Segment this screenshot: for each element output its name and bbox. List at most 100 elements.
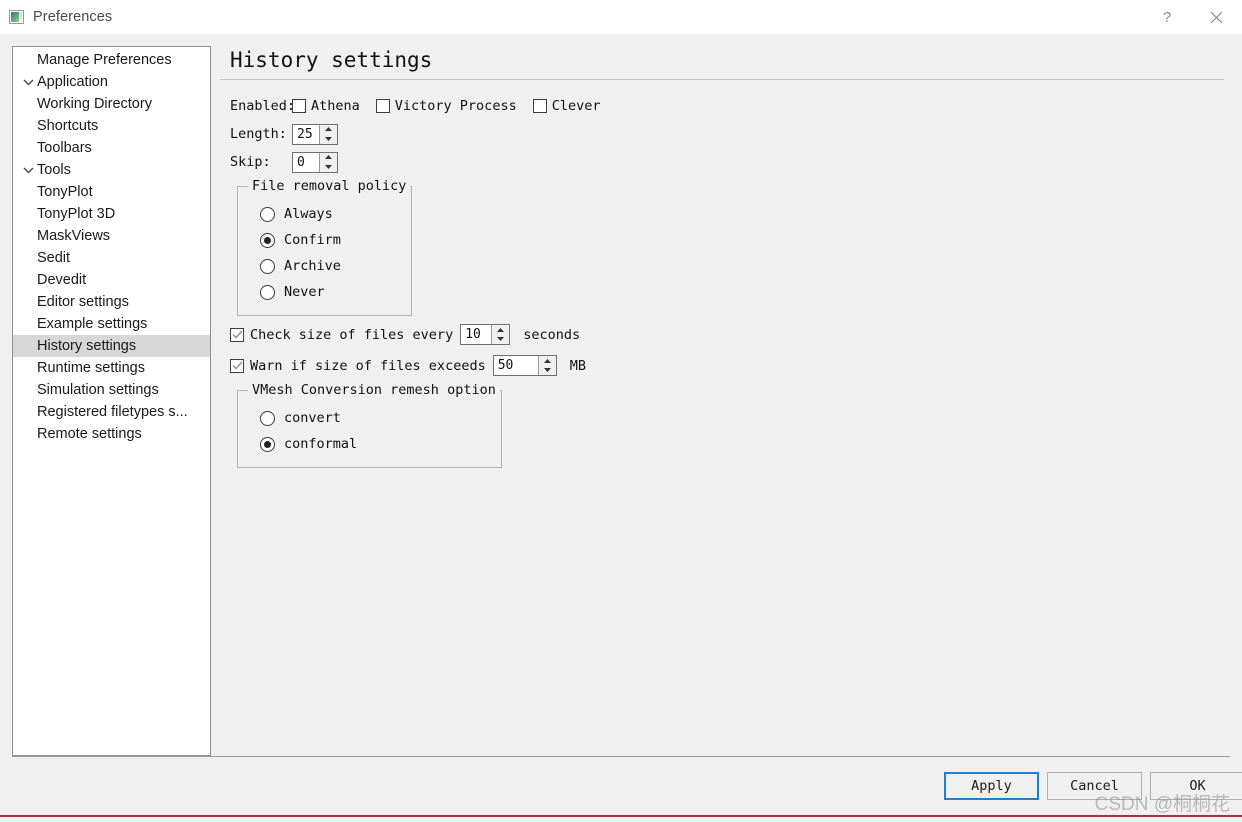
spinner-buttons[interactable] [491,325,510,345]
check-size-spinner[interactable]: 10 [460,324,511,345]
radio-always[interactable]: Always [248,201,401,227]
tree-item-label: Tools [37,162,71,178]
tree-item-registered-filetypes-settings[interactable]: Registered filetypes s... [13,401,210,423]
apply-button[interactable]: Apply [944,772,1039,800]
tree-item-label: Editor settings [37,294,129,310]
tree-item-tools[interactable]: Tools [13,159,210,181]
chevron-down-icon[interactable] [19,78,37,86]
length-value[interactable]: 25 [293,125,319,144]
page-title: History settings [230,48,433,72]
radio-circle-icon[interactable] [260,258,275,274]
radio-label: convert [284,410,341,426]
help-button[interactable]: ? [1144,0,1190,34]
radio-never[interactable]: Never [248,279,401,305]
skip-value[interactable]: 0 [293,153,319,172]
tree-item-label: Example settings [37,316,148,332]
tree-item-label: Runtime settings [37,360,145,376]
warn-size-label-after: MB [569,357,586,374]
tree-item-application[interactable]: Application [13,71,210,93]
length-row: Length: 25 [230,122,1230,146]
tree-item-history-settings[interactable]: History settings [13,335,210,357]
dialog-buttons: Apply Cancel OK [0,757,1242,800]
checkmark-icon [232,330,242,339]
history-settings-panel: History settings Enabled: Athena Victory… [211,46,1230,756]
spinner-up-icon[interactable] [320,153,337,163]
radio-circle-icon[interactable] [260,206,275,222]
question-mark-icon: ? [1162,8,1172,26]
window-title: Preferences [33,9,113,25]
spinner-buttons[interactable] [319,152,337,172]
radio-label: Archive [284,258,341,274]
radio-circle-icon[interactable] [260,410,275,426]
warn-size-label-before: Warn if size of files exceeds [250,357,486,374]
tree-item-sedit[interactable]: Sedit [13,247,210,269]
preferences-tree[interactable]: Manage Preferences Application Working D… [12,46,211,756]
tree-item-example-settings[interactable]: Example settings [13,313,210,335]
tree-item-remote-settings[interactable]: Remote settings [13,423,210,445]
file-removal-policy-group: File removal policy Always Confirm Archi… [237,178,412,316]
warn-size-value[interactable]: 50 [494,356,538,375]
tree-item-tonyplot[interactable]: TonyPlot [13,181,210,203]
check-size-label-before: Check size of files every [250,326,454,343]
group-body: Always Confirm Archive Never [238,187,411,315]
spinner-up-icon[interactable] [320,125,337,135]
tree-item-manage-preferences[interactable]: Manage Preferences [13,49,210,71]
tree-item-runtime-settings[interactable]: Runtime settings [13,357,210,379]
tree-item-label: TonyPlot [37,184,93,200]
tree-item-working-directory[interactable]: Working Directory [13,93,210,115]
tree-item-devedit[interactable]: Devedit [13,269,210,291]
skip-spinner[interactable]: 0 [292,151,338,173]
tree-item-maskviews[interactable]: MaskViews [13,225,210,247]
spinner-down-icon[interactable] [320,134,337,144]
checkbox-victory-process[interactable]: Victory Process [375,98,517,114]
vmesh-remesh-option-group: VMesh Conversion remesh option convert c… [237,382,502,468]
checkbox-box-icon[interactable] [532,99,547,113]
tree-item-label: Simulation settings [37,382,159,398]
spinner-down-icon[interactable] [320,162,337,172]
radio-confirm[interactable]: Confirm [248,227,401,253]
tree-item-simulation-settings[interactable]: Simulation settings [13,379,210,401]
tree-item-toolbars[interactable]: Toolbars [13,137,210,159]
radio-label: Always [284,206,333,222]
checkbox-warn-size[interactable] [230,358,244,373]
radio-circle-icon[interactable] [260,284,275,300]
length-spinner[interactable]: 25 [292,123,338,145]
radio-label: conformal [284,436,358,452]
radio-circle-selected-icon[interactable] [260,436,275,452]
warn-size-row: Warn if size of files exceeds 50 MB [230,353,1230,378]
spinner-buttons[interactable] [537,356,556,376]
enabled-row: Enabled: Athena Victory Process Clever [230,94,1230,118]
radio-circle-selected-icon[interactable] [260,232,275,248]
checkbox-box-icon[interactable] [292,99,306,113]
tree-item-tonyplot-3d[interactable]: TonyPlot 3D [13,203,210,225]
checkbox-label: Victory Process [394,98,517,114]
radio-archive[interactable]: Archive [248,253,401,279]
tree-item-editor-settings[interactable]: Editor settings [13,291,210,313]
radio-convert[interactable]: convert [248,405,491,431]
spinner-up-icon[interactable] [539,356,556,366]
cancel-button[interactable]: Cancel [1047,772,1142,800]
length-label: Length: [230,126,287,142]
spinner-buttons[interactable] [319,124,337,144]
check-size-value[interactable]: 10 [461,325,491,344]
checkbox-check-size[interactable] [230,327,244,342]
ok-button[interactable]: OK [1150,772,1242,800]
tree-item-label: Application [37,74,108,90]
checkbox-box-icon[interactable] [375,99,390,113]
radio-conformal[interactable]: conformal [248,431,491,457]
title-bar: Preferences ? [0,0,1242,34]
group-title: File removal policy [248,178,411,194]
tree-item-label: Sedit [37,250,71,266]
tree-item-shortcuts[interactable]: Shortcuts [13,115,210,137]
warn-size-spinner[interactable]: 50 [492,355,557,376]
checkbox-clever[interactable]: Clever [532,98,600,114]
tree-item-label: TonyPlot 3D [37,206,116,222]
spinner-down-icon[interactable] [492,335,509,345]
checkbox-athena[interactable]: Athena [292,98,360,114]
close-button[interactable] [1190,0,1242,34]
spinner-up-icon[interactable] [492,325,509,335]
preferences-window: Preferences ? Manage Preferences Applica… [0,0,1242,817]
enabled-label: Enabled: [230,98,296,114]
chevron-down-icon[interactable] [19,166,37,174]
spinner-down-icon[interactable] [539,366,556,376]
